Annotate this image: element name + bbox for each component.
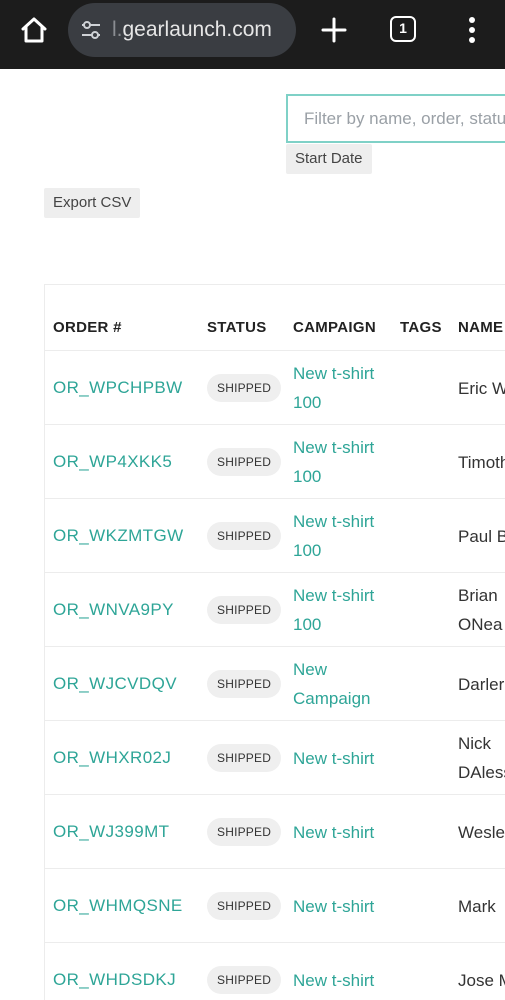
order-link[interactable]: OR_WJ399MT bbox=[53, 795, 169, 869]
column-header-status[interactable]: STATUS bbox=[207, 319, 267, 336]
export-csv-button[interactable]: Export CSV bbox=[44, 188, 141, 218]
filter-input[interactable] bbox=[286, 94, 505, 143]
customer-name: Brian ONea bbox=[458, 586, 503, 634]
table-row[interactable]: OR_WKZMTGW SHIPPED New t-shirt 100 Paul … bbox=[45, 499, 505, 573]
column-header-name[interactable]: NAME bbox=[458, 319, 503, 336]
table-row[interactable]: OR_WHDSDKJ SHIPPED New t-shirt Jose M bbox=[45, 943, 505, 1000]
order-link[interactable]: OR_WNVA9PY bbox=[53, 573, 174, 647]
campaign-link[interactable]: New t-shirt bbox=[293, 721, 393, 795]
campaign-link[interactable]: New Campaign bbox=[293, 647, 393, 721]
table-row[interactable]: OR_WP4XKK5 SHIPPED New t-shirt 100 Timot… bbox=[45, 425, 505, 499]
customer-name: Darler bbox=[458, 674, 505, 694]
start-date-button[interactable]: Start Date bbox=[286, 144, 372, 174]
customer-name: Wesle bbox=[458, 822, 505, 842]
new-tab-icon[interactable] bbox=[318, 14, 350, 46]
column-header-order[interactable]: ORDER # bbox=[53, 319, 122, 336]
campaign-link[interactable]: New t-shirt 100 bbox=[293, 351, 393, 425]
campaign-link[interactable]: New t-shirt 100 bbox=[293, 499, 393, 573]
orders-table: ORDER # STATUS CAMPAIGN TAGS NAME OR_WPC… bbox=[44, 284, 505, 1000]
campaign-link[interactable]: New t-shirt bbox=[293, 869, 393, 943]
status-badge: SHIPPED bbox=[207, 448, 282, 476]
url-text[interactable]: l.gearlaunch.com bbox=[112, 18, 272, 42]
order-link[interactable]: OR_WHDSDKJ bbox=[53, 943, 176, 1000]
url-bar[interactable]: l.gearlaunch.com bbox=[68, 3, 296, 57]
order-link[interactable]: OR_WKZMTGW bbox=[53, 499, 184, 573]
customer-name: Timoth bbox=[458, 452, 505, 472]
customer-name: Eric W bbox=[458, 378, 505, 398]
url-domain: gearlaunch.com bbox=[122, 18, 272, 41]
order-link[interactable]: OR_WPCHPBW bbox=[53, 351, 183, 425]
order-link[interactable]: OR_WP4XKK5 bbox=[53, 425, 172, 499]
site-settings-icon[interactable] bbox=[80, 20, 102, 40]
campaign-link[interactable]: New t-shirt bbox=[293, 795, 393, 869]
customer-name: Mark bbox=[458, 896, 496, 916]
customer-name: Nick DAless bbox=[458, 734, 505, 782]
table-row[interactable]: OR_WHXR02J SHIPPED New t-shirt Nick DAle… bbox=[45, 721, 505, 795]
table-header: ORDER # STATUS CAMPAIGN TAGS NAME bbox=[45, 285, 505, 351]
column-header-campaign[interactable]: CAMPAIGN bbox=[293, 319, 376, 336]
campaign-link[interactable]: New t-shirt 100 bbox=[293, 573, 393, 647]
order-link[interactable]: OR_WHXR02J bbox=[53, 721, 171, 795]
status-badge: SHIPPED bbox=[207, 670, 282, 698]
status-badge: SHIPPED bbox=[207, 374, 282, 402]
status-badge: SHIPPED bbox=[207, 818, 282, 846]
status-badge: SHIPPED bbox=[207, 522, 282, 550]
customer-name: Paul B bbox=[458, 526, 505, 546]
table-row[interactable]: OR_WJ399MT SHIPPED New t-shirt Wesle bbox=[45, 795, 505, 869]
order-link[interactable]: OR_WJCVDQV bbox=[53, 647, 177, 721]
status-badge: SHIPPED bbox=[207, 596, 282, 624]
column-header-tags[interactable]: TAGS bbox=[400, 319, 442, 336]
more-vert-icon[interactable] bbox=[460, 14, 484, 46]
status-badge: SHIPPED bbox=[207, 744, 282, 772]
customer-name: Jose M bbox=[458, 970, 505, 990]
table-row[interactable]: OR_WJCVDQV SHIPPED New Campaign Darler bbox=[45, 647, 505, 721]
campaign-link[interactable]: New t-shirt 100 bbox=[293, 425, 393, 499]
url-prefix: l. bbox=[112, 18, 123, 41]
table-row[interactable]: OR_WHMQSNE SHIPPED New t-shirt Mark bbox=[45, 869, 505, 943]
home-icon[interactable] bbox=[18, 14, 50, 46]
table-row[interactable]: OR_WNVA9PY SHIPPED New t-shirt 100 Brian… bbox=[45, 573, 505, 647]
browser-toolbar: l.gearlaunch.com 1 bbox=[0, 0, 505, 69]
tabs-icon[interactable]: 1 bbox=[390, 16, 416, 42]
campaign-link[interactable]: New t-shirt bbox=[293, 943, 393, 1000]
table-row[interactable]: OR_WPCHPBW SHIPPED New t-shirt 100 Eric … bbox=[45, 351, 505, 425]
status-badge: SHIPPED bbox=[207, 892, 282, 920]
order-link[interactable]: OR_WHMQSNE bbox=[53, 869, 183, 943]
status-badge: SHIPPED bbox=[207, 966, 282, 994]
